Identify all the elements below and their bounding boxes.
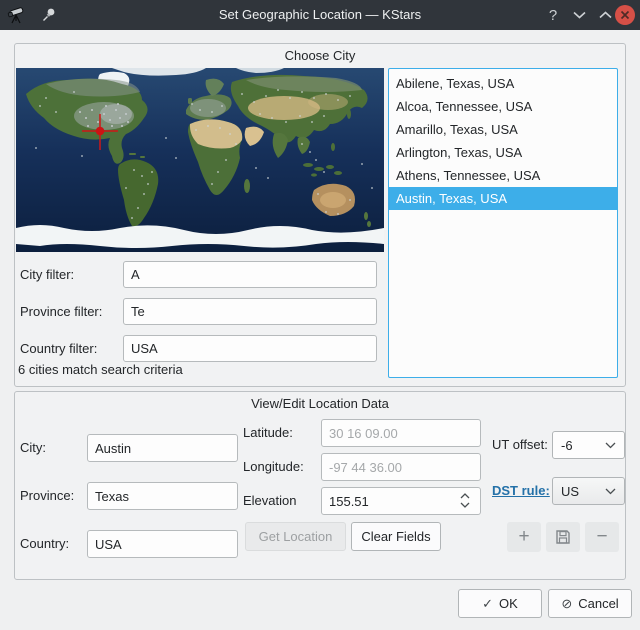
- list-item-selected[interactable]: Austin, Texas, USA: [389, 187, 617, 210]
- get-location-button: Get Location: [245, 522, 346, 551]
- list-item[interactable]: Alcoa, Tennessee, USA: [389, 95, 617, 118]
- check-icon: ✓: [482, 596, 493, 612]
- list-item[interactable]: Arlington, Texas, USA: [389, 141, 617, 164]
- chevron-up-icon: [599, 11, 612, 19]
- help-icon: ?: [549, 7, 557, 24]
- minimize-button[interactable]: [566, 0, 592, 30]
- dst-rule-link[interactable]: DST rule:: [492, 477, 547, 505]
- country-filter-label: Country filter:: [20, 335, 97, 362]
- list-item[interactable]: Amarillo, Texas, USA: [389, 118, 617, 141]
- ut-offset-label: UT offset:: [492, 431, 547, 459]
- city-filter-label: City filter:: [20, 261, 74, 288]
- city-input[interactable]: [87, 434, 238, 462]
- elevation-input[interactable]: [321, 487, 481, 515]
- ut-offset-combo[interactable]: -6: [552, 431, 625, 459]
- list-item[interactable]: Abilene, Texas, USA: [389, 72, 617, 95]
- city-list[interactable]: Abilene, Texas, USA Alcoa, Tennessee, US…: [388, 68, 618, 378]
- dst-rule-combo[interactable]: US: [552, 477, 625, 505]
- province-label: Province:: [20, 482, 74, 510]
- longitude-label: Longitude:: [243, 453, 304, 481]
- remove-city-button[interactable]: −: [585, 522, 619, 552]
- plus-icon: +: [518, 526, 529, 548]
- cancel-slash-icon: ⊘: [561, 596, 572, 612]
- country-filter-input[interactable]: [123, 335, 377, 362]
- chevron-down-icon: [605, 442, 616, 449]
- elevation-label: Elevation: [243, 487, 296, 515]
- longitude-input: [321, 453, 481, 481]
- country-input[interactable]: [87, 530, 238, 558]
- province-filter-input[interactable]: [123, 298, 377, 325]
- location-data-title: View/Edit Location Data: [14, 396, 626, 411]
- country-label: Country:: [20, 530, 69, 558]
- choose-city-title: Choose City: [14, 48, 626, 63]
- close-button[interactable]: [612, 0, 638, 30]
- spinner-down-icon: [460, 502, 470, 508]
- chevron-down-icon: [573, 11, 586, 19]
- latitude-label: Latitude:: [243, 419, 293, 447]
- latitude-input: [321, 419, 481, 447]
- province-filter-label: Province filter:: [20, 298, 102, 325]
- chevron-down-icon: [605, 488, 616, 495]
- clear-fields-button[interactable]: Clear Fields: [351, 522, 441, 551]
- province-input[interactable]: [87, 482, 238, 510]
- city-label: City:: [20, 434, 46, 462]
- minus-icon: −: [596, 526, 607, 548]
- save-city-button[interactable]: [546, 522, 580, 552]
- ok-button[interactable]: ✓ OK: [458, 589, 542, 618]
- elevation-spinner[interactable]: [460, 493, 470, 508]
- cancel-button[interactable]: ⊘ Cancel: [548, 589, 632, 618]
- help-button[interactable]: ?: [540, 0, 566, 30]
- spinner-up-icon: [460, 493, 470, 499]
- city-filter-input[interactable]: [123, 261, 377, 288]
- world-map[interactable]: [16, 68, 384, 252]
- add-city-button[interactable]: +: [507, 522, 541, 552]
- list-item[interactable]: Athens, Tennessee, USA: [389, 164, 617, 187]
- titlebar: Set Geographic Location — KStars ?: [0, 0, 640, 30]
- close-icon: [615, 5, 635, 25]
- save-floppy-icon: [555, 529, 571, 545]
- match-status: 6 cities match search criteria: [18, 362, 183, 377]
